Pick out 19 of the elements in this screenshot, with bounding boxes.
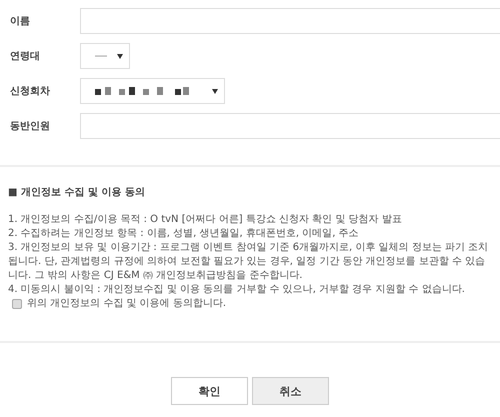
field-label: 이름 — [9, 15, 31, 28]
input-field[interactable] — [80, 113, 500, 139]
field-label: 연령대 — [9, 50, 41, 63]
consent-text: 1. 개인정보의 수집/이용 목적 : O tvN [어쩌다 어른] 특강쇼 신청자 확인 및 당첨자 발표 — [8, 213, 403, 227]
caret-icon — [117, 54, 123, 58]
input-field[interactable] — [80, 8, 500, 34]
consent-text: 4. 미동의시 불이익 : 개인정보수집 및 이용 동의를 거부할 수 있으나, 거부할 경우 지원할 수 없습니다. — [8, 283, 466, 297]
select-field[interactable] — [80, 78, 225, 104]
caret-icon — [212, 88, 218, 94]
cancel-button[interactable]: 취소 — [252, 377, 329, 405]
field-label: 동반인원 — [9, 120, 51, 133]
checkbox-label: 위의 개인정보의 수집 및 이용에 동의합니다. — [27, 297, 226, 311]
consent-text: 2. 수집하려는 개인정보 항목 : 이름, 성별, 생년월일, 휴대폰번호, 이메일, 주소 — [8, 227, 360, 241]
field-label: 신청회차 — [9, 85, 51, 98]
select-field[interactable] — [80, 43, 130, 69]
consent-text: 3. 개인정보의 보유 및 이용기간 : 프로그램 이벤트 참여일 기준 6개월까지로, 이후 일체의 정보는 파기 조치 됩니다. 단, 관계법령의 규정에 의하여 보전할 필요가 있는 경우, 일정 기간 동안 개인정보를 보관할 수 있습니다. 그 밖의 사항은 CJ E&M ㈜ 개인정보취급방침을 준수합니다. — [8, 241, 490, 283]
section-heading: ■ 개인정보 수집 및 이용 동의 — [8, 186, 146, 199]
confirm-button[interactable]: 확인 — [171, 377, 248, 405]
checkbox[interactable] — [12, 299, 22, 309]
